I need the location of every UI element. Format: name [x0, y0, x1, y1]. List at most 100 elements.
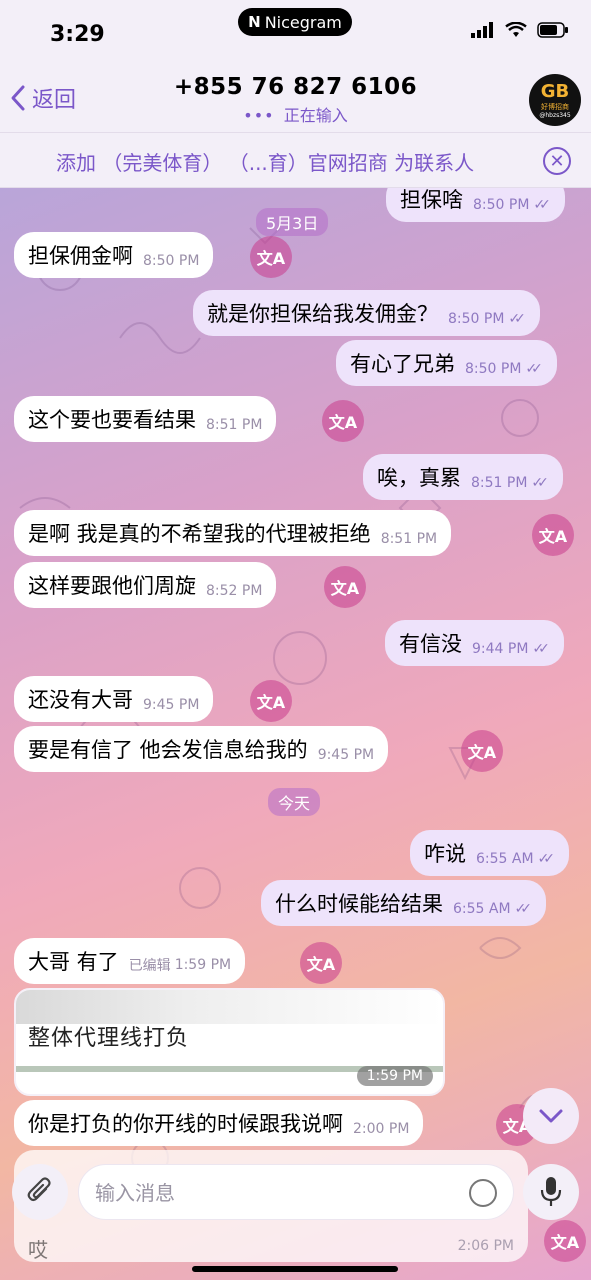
message-time: 8:50 PM [473, 197, 530, 213]
message-incoming[interactable]: 还没有大哥 9:45 PM [14, 676, 214, 722]
message-incoming[interactable]: 大哥 有了 已编辑 1:59 PM [14, 938, 246, 984]
message-text: 还没有大哥 [28, 688, 133, 712]
message-meta: 8:50 PM ✓✓ [448, 311, 526, 327]
message-time: 9:45 PM [317, 747, 375, 763]
message-text: 担保佣金啊 [28, 244, 133, 268]
message-text: 咋说 [424, 842, 466, 866]
message-meta: 已编辑 1:59 PM [129, 955, 231, 975]
read-check-icon: ✓✓ [531, 475, 549, 491]
avatar-handle: @hbzs345 [539, 112, 571, 119]
message-incoming[interactable]: 你是打负的你开线的时候跟我说啊 2:00 PM [14, 1100, 424, 1146]
message-time: 8:50 PM [448, 311, 505, 327]
chat-area[interactable]: 担保啥 8:50 PM ✓✓ 5月3日 担保佣金啊 8:50 PM 文A 就是你… [0, 188, 591, 1280]
attach-button[interactable] [12, 1164, 68, 1220]
message-text: 有信没 [399, 632, 462, 656]
clock: 3:29 [50, 22, 105, 47]
message-meta: 6:55 AM ✓✓ [476, 851, 555, 867]
message-time: 8:50 PM [465, 361, 522, 377]
translate-icon[interactable]: 文A [250, 680, 292, 722]
message-meta: 8:50 PM ✓✓ [465, 361, 543, 377]
message-outgoing[interactable]: 就是你担保给我发佣金？ 8:50 PM ✓✓ [193, 290, 540, 336]
message-outgoing[interactable]: 有信没 9:44 PM ✓✓ [385, 620, 564, 666]
read-check-icon: ✓✓ [533, 197, 551, 213]
nicegram-logo-icon: N [248, 13, 261, 31]
message-text: 大哥 有了 [28, 950, 119, 974]
translate-icon[interactable]: 文A [461, 730, 503, 772]
message-time: 8:51 PM [206, 417, 263, 433]
message-time: 2:00 PM [353, 1121, 410, 1137]
avatar-logo: GB [540, 81, 570, 102]
read-check-icon: ✓✓ [537, 851, 556, 867]
read-check-icon: ✓✓ [525, 361, 543, 377]
message-outgoing[interactable]: 唉，真累 8:51 PM ✓✓ [363, 454, 563, 500]
image-caption: 整体代理线打负 [28, 1026, 190, 1051]
message-text: 你是打负的你开线的时候跟我说啊 [28, 1112, 343, 1136]
app-name: Nicegram [264, 12, 342, 32]
status-bar: 3:29 N Nicegram [0, 0, 591, 68]
message-time: 9:44 PM [472, 641, 529, 657]
scroll-down-button[interactable] [523, 1088, 579, 1144]
chat-header: 返回 +855 76 827 6106 ••• 正在输入 GB 好博招商 @hb… [0, 68, 591, 132]
sticker-icon[interactable] [469, 1179, 497, 1207]
message-time: 9:45 PM [143, 697, 200, 713]
message-incoming[interactable]: 要是有信了 他会发信息给我的 9:45 PM [14, 726, 389, 772]
message-text: 这个要也要看结果 [28, 408, 196, 432]
message-incoming[interactable]: 是啊 我是真的不希望我的代理被拒绝 8:51 PM [14, 510, 452, 556]
message-text: 担保啥 [400, 188, 463, 212]
microphone-button[interactable] [523, 1164, 579, 1220]
image-message[interactable]: 整体代理线打负 1:59 PM [14, 988, 445, 1096]
message-time: 8:50 PM [143, 253, 200, 269]
message-meta: 8:51 PM ✓✓ [471, 475, 549, 491]
app-pill: N Nicegram [238, 8, 352, 36]
avatar-text: 好博招商 [541, 103, 569, 111]
message-outgoing[interactable]: 有心了兄弟 8:50 PM ✓✓ [336, 340, 557, 386]
add-contact-button[interactable]: 添加 （完美体育） （...育）官网招商 为联系人 [56, 147, 474, 176]
typing-status: ••• 正在输入 [0, 102, 591, 126]
blurred-image [16, 990, 443, 1024]
message-time: 8:51 PM [380, 531, 438, 547]
message-time: 8:51 PM [471, 475, 528, 491]
typing-dots-icon: ••• [243, 106, 275, 125]
date-separator: 5月3日 [256, 208, 329, 236]
message-incoming[interactable]: 这个要也要看结果 8:51 PM [14, 396, 277, 442]
typing-status-text: 正在输入 [283, 106, 348, 125]
message-time: 1:59 PM [356, 1066, 433, 1086]
translate-icon[interactable]: 文A [250, 236, 292, 278]
message-outgoing[interactable]: 什么时候能给结果 6:55 AM ✓✓ [261, 880, 547, 926]
message-text: 要是有信了 他会发信息给我的 [28, 738, 308, 762]
chevron-down-icon [539, 1109, 563, 1123]
message-time: 8:52 PM [206, 583, 263, 599]
paperclip-icon [27, 1177, 51, 1202]
translate-icon[interactable]: 文A [532, 514, 574, 556]
message-meta: 9:44 PM ✓✓ [472, 641, 550, 657]
message-input[interactable] [95, 1175, 455, 1211]
message-meta: 8:50 PM ✓✓ [473, 197, 551, 213]
battery-icon [537, 22, 568, 38]
wifi-icon [505, 22, 527, 37]
message-text: 唉，真累 [377, 466, 461, 490]
date-separator: 今天 [268, 788, 321, 816]
signal-icon [471, 22, 493, 38]
message-incoming[interactable]: 这样要跟他们周旋 8:52 PM [14, 562, 277, 608]
chat-title: +855 76 827 6106 [173, 74, 418, 100]
translate-icon[interactable]: 文A [324, 566, 366, 608]
message-outgoing[interactable]: 咋说 6:55 AM ✓✓ [410, 830, 570, 876]
translate-icon[interactable]: 文A [322, 400, 364, 442]
message-text: 有心了兄弟 [350, 352, 455, 376]
message-time: 1:59 PM [174, 957, 232, 973]
message-text: 是啊 我是真的不希望我的代理被拒绝 [28, 522, 371, 546]
translate-icon[interactable]: 文A [300, 942, 342, 984]
read-check-icon: ✓✓ [508, 311, 526, 327]
status-icons [471, 22, 569, 38]
message-time: 6:55 AM [453, 901, 511, 917]
close-icon[interactable]: ✕ [543, 147, 571, 175]
avatar[interactable]: GB 好博招商 @hbzs345 [529, 74, 581, 126]
message-text: 什么时候能给结果 [275, 892, 443, 916]
chat-title-block[interactable]: +855 76 827 6106 ••• 正在输入 [0, 74, 591, 126]
message-incoming[interactable]: 担保佣金啊 8:50 PM [14, 232, 214, 278]
message-outgoing[interactable]: 担保啥 8:50 PM ✓✓ [386, 188, 565, 222]
home-indicator [192, 1266, 398, 1272]
message-text: 就是你担保给我发佣金？ [207, 302, 438, 326]
message-meta: 6:55 AM ✓✓ [453, 901, 532, 917]
message-text: 这样要跟他们周旋 [28, 574, 196, 598]
